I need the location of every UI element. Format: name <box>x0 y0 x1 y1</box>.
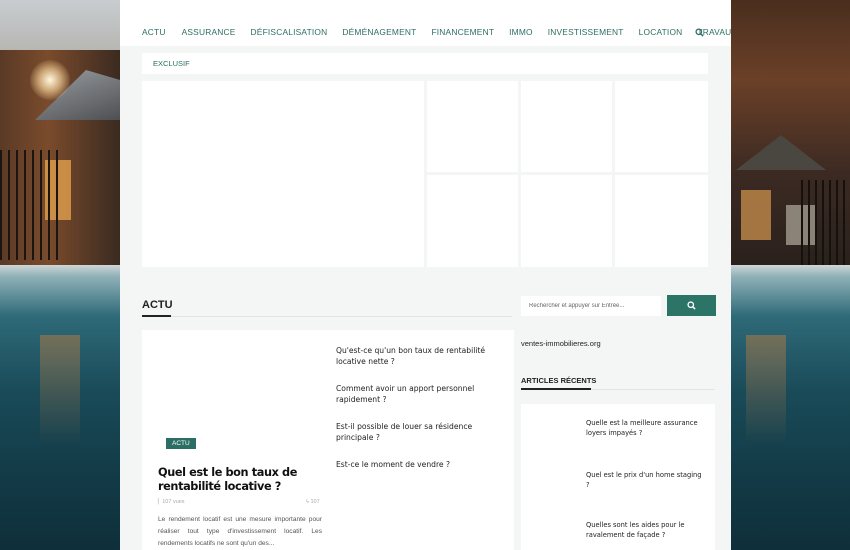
background-pool <box>0 265 120 550</box>
article-link[interactable]: Est-ce le moment de vendre ? <box>336 459 506 470</box>
featured-tile[interactable] <box>615 81 708 172</box>
article-excerpt: Le rendement locatif est une mesure impo… <box>158 516 322 547</box>
background-fence <box>0 150 60 260</box>
featured-tile[interactable] <box>521 81 612 172</box>
site-name: ventes-immobilieres.org <box>521 339 601 348</box>
nav-item-financement[interactable]: FINANCEMENT <box>431 27 494 37</box>
nav-item-investissement[interactable]: INVESTISSEMENT <box>548 27 624 37</box>
background-photo-left <box>0 0 120 550</box>
search-icon[interactable] <box>695 28 704 37</box>
recent-article-link[interactable]: Quelle est la meilleure assurance loyers… <box>586 418 706 438</box>
featured-article-title[interactable]: Quel est le bon taux de rentabilité loca… <box>158 466 328 494</box>
sidebar-search-input[interactable] <box>521 296 661 316</box>
recent-articles-list: Quelle est la meilleure assurance loyers… <box>521 404 715 550</box>
search-icon <box>687 301 696 310</box>
featured-tile[interactable] <box>521 175 612 267</box>
background-pool <box>731 265 850 550</box>
recent-article-link[interactable]: Quel est le prix d'un home staging ? <box>586 470 706 490</box>
article-link[interactable]: Comment avoir un apport personnel rapide… <box>336 383 506 405</box>
nav-item-assurance[interactable]: ASSURANCE <box>182 27 236 37</box>
nav-item-demenagement[interactable]: DÉMÉNAGEMENT <box>342 27 416 37</box>
nav-item-immo[interactable]: IMMO <box>509 27 533 37</box>
exclusif-label: EXCLUSIF <box>153 59 190 68</box>
background-light <box>30 60 70 100</box>
pool-reflection <box>40 335 80 445</box>
featured-tile-large[interactable] <box>142 81 424 267</box>
background-fence <box>801 180 850 265</box>
background-photo-right <box>731 0 850 550</box>
category-badge[interactable]: ACTU <box>166 438 196 449</box>
nav-item-defiscalisation[interactable]: DÉFISCALISATION <box>251 27 328 37</box>
section-divider <box>142 316 512 317</box>
article-card: ACTU Quel est le bon taux de rentabilité… <box>142 330 514 550</box>
article-list: Qu'est-ce qu'un bon taux de rentabilité … <box>336 345 506 486</box>
views-count: 107 vues <box>162 499 185 505</box>
exclusif-bar: EXCLUSIF <box>142 53 708 74</box>
featured-tile[interactable] <box>427 175 518 267</box>
section-title: ACTU <box>142 299 173 311</box>
article-count: ϟ 107 <box>306 499 320 505</box>
main-menu: ACTU ASSURANCE DÉFISCALISATION DÉMÉNAGEM… <box>142 27 731 37</box>
background-window <box>741 190 771 240</box>
nav-item-location[interactable]: LOCATION <box>639 27 683 37</box>
recent-articles-title: ARTICLES RÉCENTS <box>521 376 597 385</box>
section-underline <box>142 315 171 317</box>
recent-underline <box>521 388 591 390</box>
pool-reflection <box>746 335 786 445</box>
main-content: ACTU ASSURANCE DÉFISCALISATION DÉMÉNAGEM… <box>120 0 731 550</box>
article-link[interactable]: Qu'est-ce qu'un bon taux de rentabilité … <box>336 345 506 367</box>
nav-item-actu[interactable]: ACTU <box>142 27 166 37</box>
count-value: 107 <box>310 499 320 505</box>
featured-tile[interactable] <box>427 81 518 172</box>
recent-article-link[interactable]: Quelles sont les aides pour le ravalemen… <box>586 520 706 540</box>
article-link[interactable]: Est-il possible de louer sa résidence pr… <box>336 421 506 443</box>
sidebar-search-button[interactable] <box>667 295 716 316</box>
featured-tile[interactable] <box>615 175 708 267</box>
bolt-icon: ϟ <box>306 499 309 505</box>
top-navbar: ACTU ASSURANCE DÉFISCALISATION DÉMÉNAGEM… <box>120 0 731 46</box>
article-views: ▏107 vues <box>158 499 185 505</box>
